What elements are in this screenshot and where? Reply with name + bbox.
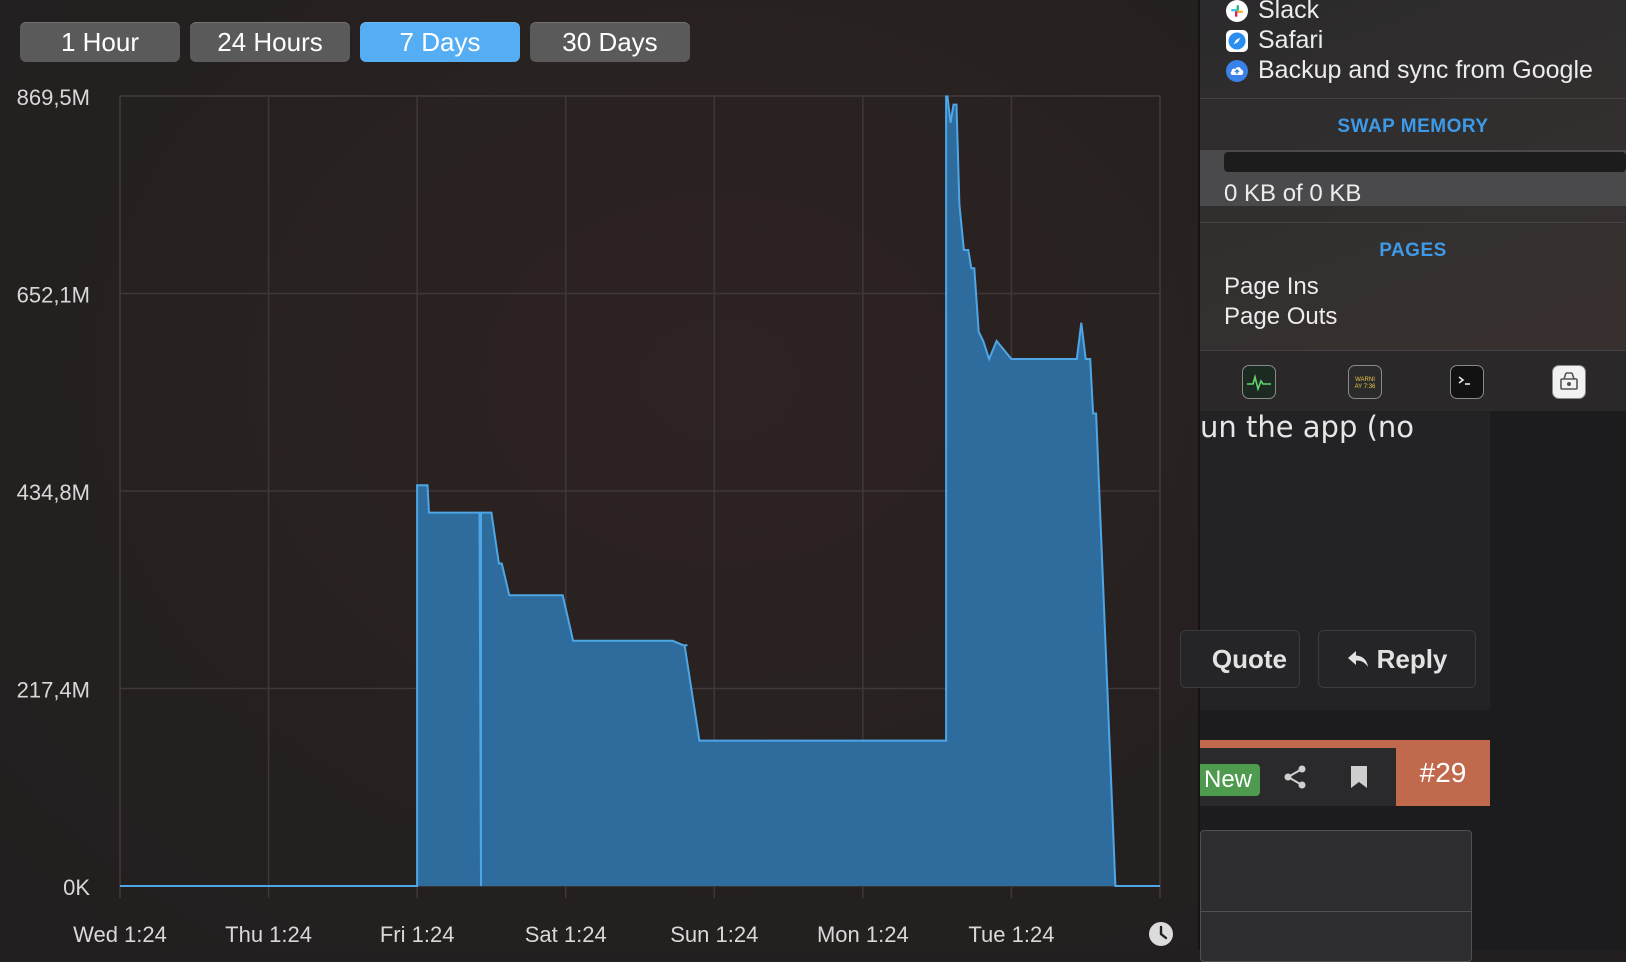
page-outs-label: Page Outs	[1224, 303, 1338, 330]
x-tick-label: Wed 1:24	[73, 922, 167, 947]
safari-icon	[1226, 29, 1248, 52]
reply-button[interactable]: Reply	[1318, 630, 1476, 688]
slack-icon	[1226, 0, 1248, 22]
reply-composer[interactable]	[1200, 830, 1472, 962]
y-tick-label: 869,5M	[17, 85, 90, 110]
popover-toolbar: WARNI AY 7:36	[1200, 350, 1626, 411]
reply-label: Reply	[1376, 643, 1448, 674]
y-tick-label: 434,8M	[17, 480, 90, 505]
post-header: New #29	[1200, 740, 1490, 806]
section-divider	[1200, 222, 1626, 223]
x-tick-label: Sun 1:24	[670, 922, 758, 947]
x-tick-label: Tue 1:24	[968, 922, 1054, 947]
swap-bar-track	[1224, 152, 1626, 172]
app-name-google-backup: Backup and sync from Google	[1258, 56, 1593, 84]
x-tick-label: Fri 1:24	[380, 922, 455, 947]
new-badge: New	[1200, 764, 1261, 796]
reply-composer-divider	[1201, 911, 1471, 912]
console-icon[interactable]: WARNI AY 7:36	[1348, 365, 1382, 399]
share-icon[interactable]	[1282, 764, 1308, 790]
memory-chart: 869,5M 652,1M 434,8M 217,4M 0K Wed 1:24 Thu 1…	[17, 85, 1173, 947]
terminal-icon[interactable]	[1450, 365, 1484, 399]
swap-usage-text: 0 KB of 0 KB	[1224, 180, 1362, 207]
memory-history-panel: 1 Hour 24 Hours 7 Days 30 Days 869,5M 652…	[0, 0, 1200, 950]
activity-monitor-icon[interactable]	[1242, 365, 1276, 399]
history-clock-icon[interactable]	[1149, 922, 1173, 946]
x-tick-label: Thu 1:24	[225, 922, 312, 947]
x-axis-ticks: Wed 1:24 Thu 1:24 Fri 1:24 Sat 1:24 Sun 1:24…	[73, 922, 1054, 947]
bookmark-icon[interactable]	[1348, 764, 1370, 790]
post-number[interactable]: #29	[1396, 740, 1490, 806]
y-axis-ticks: 869,5M 652,1M 434,8M 217,4M 0K	[17, 85, 91, 900]
app-row-safari[interactable]: Safari	[1226, 26, 1323, 55]
y-tick-label: 0K	[63, 875, 90, 900]
reply-arrow-icon	[1347, 651, 1368, 667]
pages-title: PAGES	[1379, 240, 1447, 261]
google-backup-icon	[1226, 59, 1248, 82]
page-ins-label: Page Ins	[1224, 273, 1319, 300]
y-tick-label: 217,4M	[17, 677, 90, 702]
svg-text:WARNIAY 7:36: WARNI AY 7:36	[1355, 377, 1376, 390]
quote-button[interactable]: Quote	[1180, 630, 1300, 688]
memory-popover: Slack Safari Backup and sync from Google…	[1200, 0, 1626, 411]
app-name-safari: Safari	[1258, 26, 1324, 54]
app-row-google-backup[interactable]: Backup and sync from Google	[1226, 56, 1593, 85]
swap-memory-title: SWAP MEMORY	[1337, 116, 1489, 137]
section-divider	[1200, 98, 1626, 99]
y-tick-label: 652,1M	[17, 283, 90, 308]
x-tick-label: Sat 1:24	[525, 922, 607, 947]
post-text: un the app (no	[1200, 410, 1415, 444]
app-name-slack: Slack	[1258, 0, 1320, 24]
x-tick-label: Mon 1:24	[817, 922, 909, 947]
app-row-slack[interactable]: Slack	[1226, 0, 1319, 25]
system-information-icon[interactable]	[1552, 365, 1586, 399]
